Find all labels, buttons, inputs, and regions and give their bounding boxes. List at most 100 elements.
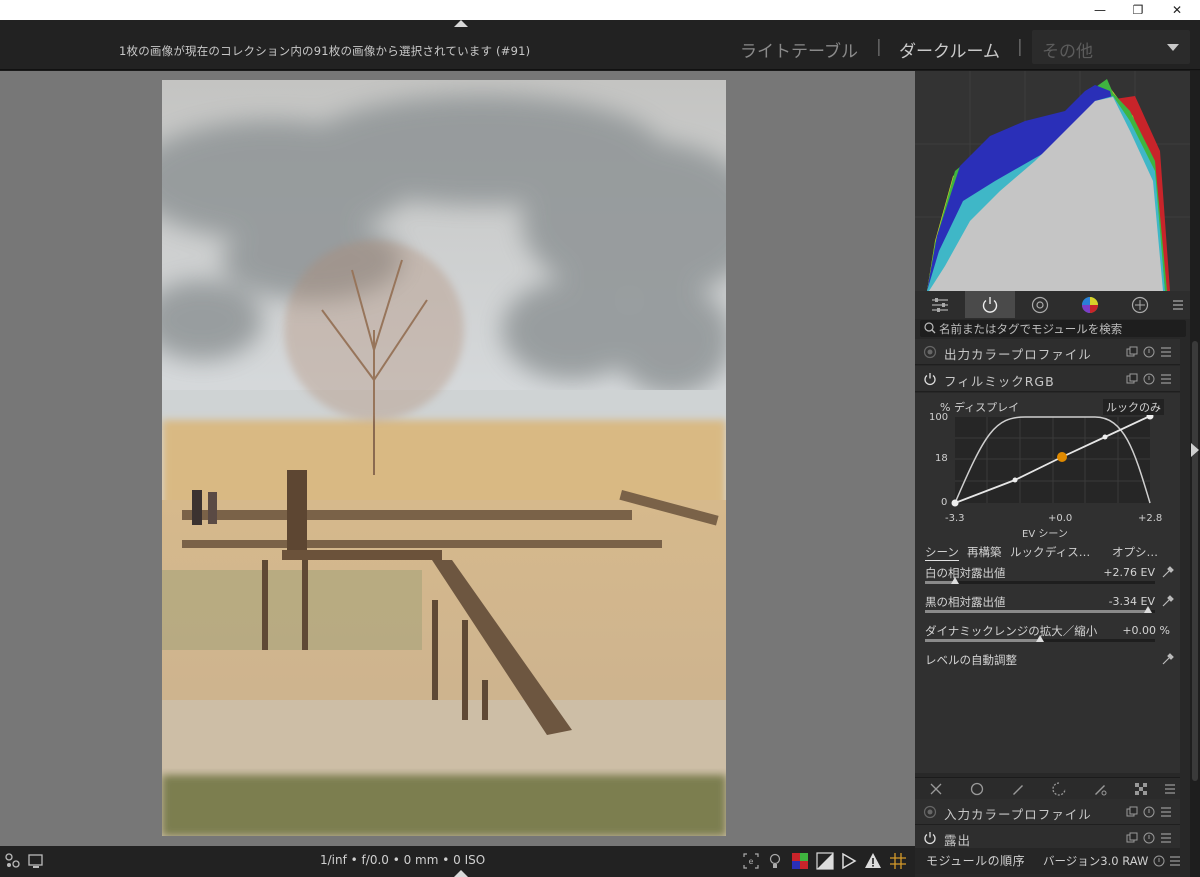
x-tick: +0.0: [1048, 513, 1073, 524]
top-panel-toggle-icon[interactable]: [454, 20, 468, 27]
look-only-badge[interactable]: ルックのみ: [1103, 399, 1164, 415]
module-order-label: モジュールの順序: [926, 854, 1026, 868]
right-panel-scrollbar[interactable]: [1190, 71, 1200, 877]
subtab-display[interactable]: ディス…: [1045, 544, 1090, 560]
image-preview[interactable]: [162, 80, 726, 836]
slider-marker-icon[interactable]: [950, 577, 959, 584]
hamburger-icon[interactable]: [1163, 782, 1177, 796]
module-groups-tabs: [915, 291, 1190, 319]
graph-x-title: EV シーン: [1022, 529, 1068, 540]
softproof-icon[interactable]: [791, 852, 809, 870]
color-picker-icon[interactable]: [1161, 565, 1175, 579]
aperture-icon: [1031, 296, 1049, 313]
warning-icon[interactable]: [864, 852, 882, 870]
raster-mask-icon[interactable]: [1134, 782, 1148, 796]
bottom-panel-toggle-icon[interactable]: [454, 870, 468, 877]
second-window-icon[interactable]: [27, 852, 45, 870]
view-lighttable[interactable]: ライトテーブル: [740, 37, 858, 62]
close-icon: ✕: [1171, 3, 1183, 17]
drawn-parametric-mask-icon[interactable]: [1093, 782, 1107, 796]
parametric-mask-icon[interactable]: [1052, 782, 1066, 796]
lightbulb-icon[interactable]: [766, 852, 784, 870]
module-input-profile[interactable]: 入力カラープロファイル: [915, 799, 1180, 825]
subtab-reconstruct[interactable]: 再構築: [967, 544, 1002, 560]
power-icon[interactable]: [923, 831, 937, 845]
drawn-mask-icon[interactable]: [1011, 782, 1025, 796]
overexposed-icon[interactable]: [840, 852, 858, 870]
module-filmic[interactable]: フィルミックRGB: [915, 366, 1180, 392]
presets-icon[interactable]: [1160, 373, 1172, 385]
subtab-look[interactable]: ルック: [1010, 544, 1045, 560]
subtab-options[interactable]: オプシ…: [1112, 544, 1158, 560]
multi-instance-icon[interactable]: [1126, 373, 1138, 385]
presets-icon[interactable]: [1169, 855, 1181, 867]
presets-menu[interactable]: [1165, 291, 1190, 318]
focus-peaking-icon[interactable]: e: [742, 852, 760, 870]
module-order-footer[interactable]: モジュールの順序 バージョン3.0 RAW: [915, 848, 1180, 874]
tab-quick-access[interactable]: [915, 291, 965, 318]
right-panel: 名前またはタグでモジュールを検索 出力カラープロファイル フィルミックRGB %…: [915, 71, 1190, 877]
view-other-dropdown[interactable]: その他: [1032, 30, 1190, 64]
uniform-mask-icon[interactable]: [970, 782, 984, 796]
hamburger-icon: [1172, 299, 1183, 310]
mask-toolbar: [915, 777, 1180, 799]
correct-icon: [1131, 296, 1149, 313]
slider-track[interactable]: [925, 581, 1155, 584]
param-black-exposure[interactable]: 黒の相対露出値 -3.34 EV: [925, 594, 1175, 620]
right-panel-toggle-icon[interactable]: [1191, 443, 1199, 457]
y-tick: 0: [941, 497, 948, 508]
param-auto-tune-levels[interactable]: レベルの自動調整: [925, 652, 1175, 678]
module-disabled-icon[interactable]: [923, 805, 937, 819]
module-order-value: バージョン3.0 RAW: [1043, 854, 1149, 868]
multi-instance-icon[interactable]: [1126, 346, 1138, 358]
tab-correct-modules[interactable]: [1115, 291, 1165, 318]
multi-instance-icon[interactable]: [1126, 832, 1138, 844]
reset-icon[interactable]: [1143, 346, 1155, 358]
filmic-subtabs: シーン 再構築 ルック ディス… オプシ…: [925, 544, 1180, 561]
presets-icon[interactable]: [1160, 832, 1172, 844]
reset-icon[interactable]: [1153, 855, 1165, 867]
slider-track[interactable]: [925, 610, 1155, 613]
module-exposure[interactable]: 露出: [915, 825, 1180, 849]
module-search-input[interactable]: 名前またはタグでモジュールを検索: [920, 320, 1186, 337]
reset-icon[interactable]: [1143, 373, 1155, 385]
quick-access-icon: [932, 297, 948, 312]
module-title: 出力カラープロファイル: [944, 347, 1092, 362]
presets-icon[interactable]: [1160, 346, 1172, 358]
color-picker-icon[interactable]: [1161, 652, 1175, 666]
view-darkroom[interactable]: ダークルーム: [899, 37, 1000, 62]
slider-marker-icon[interactable]: [1144, 606, 1153, 613]
tab-base-modules[interactable]: [1015, 291, 1065, 318]
scrollbar-handle[interactable]: [1192, 341, 1198, 781]
maximize-button[interactable]: ❐: [1118, 0, 1158, 20]
subtab-scene[interactable]: シーン: [925, 544, 959, 561]
gamut-check-icon[interactable]: [816, 852, 834, 870]
tab-active-modules[interactable]: [965, 291, 1015, 318]
histogram[interactable]: [915, 71, 1190, 291]
power-icon[interactable]: [923, 372, 937, 386]
module-title: 露出: [944, 833, 972, 848]
multi-instance-icon[interactable]: [1126, 806, 1138, 818]
param-dynamic-range-scaling[interactable]: ダイナミックレンジの拡大／縮小 +0.00 %: [925, 623, 1175, 649]
reset-icon[interactable]: [1143, 832, 1155, 844]
param-label: 白の相対露出値: [925, 566, 1006, 580]
photo-illustration: [162, 80, 726, 836]
minimize-button[interactable]: —: [1080, 0, 1120, 20]
slider-marker-icon[interactable]: [1036, 635, 1044, 642]
color-picker-icon[interactable]: [1161, 594, 1175, 608]
filmic-graph[interactable]: % ディスプレイ ルックのみ 100 18 0 -3.3 +0.0 +2.8 E…: [915, 393, 1180, 543]
close-button[interactable]: ✕: [1157, 0, 1197, 20]
guides-icon[interactable]: [889, 852, 907, 870]
module-output-profile[interactable]: 出力カラープロファイル: [915, 339, 1180, 365]
module-title: 入力カラープロファイル: [944, 807, 1092, 822]
param-white-exposure[interactable]: 白の相対露出値 +2.76 EV: [925, 565, 1175, 591]
search-placeholder: 名前またはタグでモジュールを検索: [939, 322, 1123, 336]
tab-color-modules[interactable]: [1065, 291, 1115, 318]
reset-icon[interactable]: [1143, 806, 1155, 818]
module-disabled-icon[interactable]: [923, 345, 937, 359]
presets-icon[interactable]: [1160, 806, 1172, 818]
styles-icon[interactable]: [4, 852, 22, 870]
header-bar: 1枚の画像が現在のコレクション内の91枚の画像から選択されています (#91) …: [0, 20, 1200, 70]
mask-off-icon[interactable]: [929, 782, 943, 796]
filmic-module-body: % ディスプレイ ルックのみ 100 18 0 -3.3 +0.0 +2.8 E…: [915, 393, 1180, 773]
